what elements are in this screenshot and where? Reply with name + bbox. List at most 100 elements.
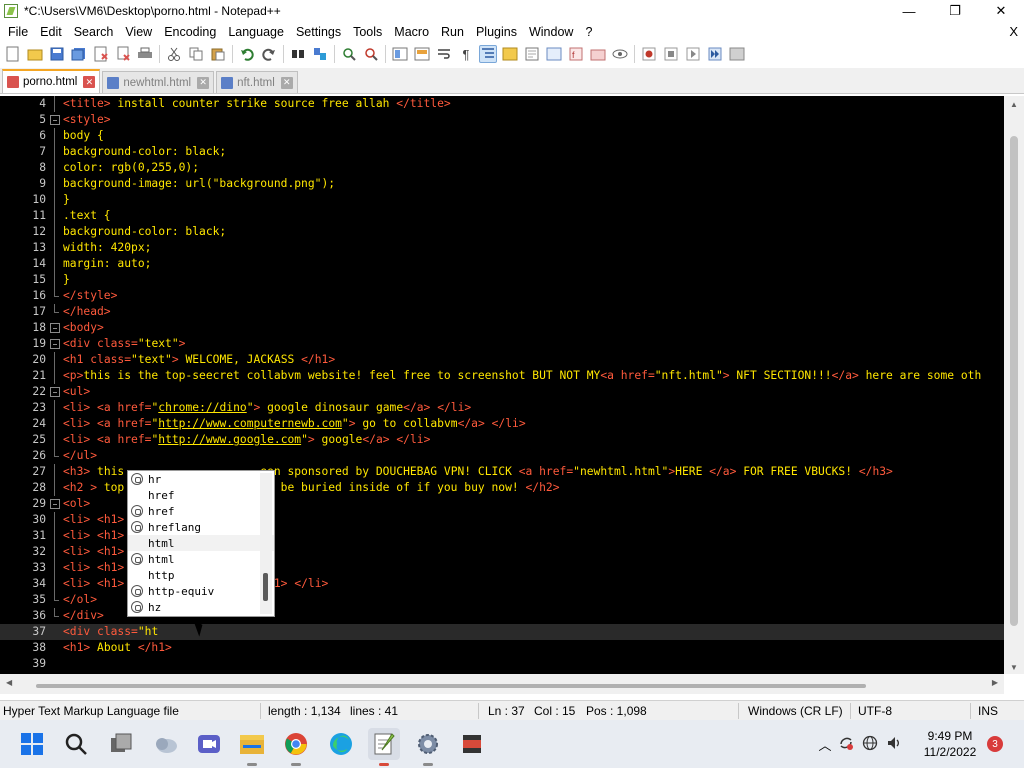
copy-icon[interactable] bbox=[187, 45, 205, 63]
code-line[interactable]: 14 margin: auto; bbox=[0, 256, 1004, 272]
autocomplete-item[interactable]: html bbox=[128, 551, 274, 567]
scroll-right-icon[interactable]: ▶ bbox=[992, 678, 998, 687]
vertical-scroll-thumb[interactable] bbox=[1010, 136, 1018, 626]
edge-icon[interactable] bbox=[325, 728, 357, 760]
code-text[interactable]: color: rgb(0,255,0); bbox=[63, 160, 199, 176]
code-text[interactable]: </head> bbox=[63, 304, 111, 320]
notepad-plus-plus-taskbar-icon[interactable] bbox=[368, 728, 400, 766]
horizontal-scrollbar[interactable]: ◀ ▶ bbox=[0, 674, 1004, 694]
menu-view[interactable]: View bbox=[119, 22, 158, 42]
close-tab-icon[interactable]: ✕ bbox=[83, 76, 96, 88]
document-list-icon[interactable] bbox=[545, 45, 563, 63]
close-document-button[interactable]: X bbox=[1009, 22, 1018, 42]
autocomplete-scrollbar[interactable] bbox=[260, 473, 272, 614]
menu-macro[interactable]: Macro bbox=[388, 22, 435, 42]
file-explorer-icon[interactable] bbox=[236, 728, 268, 766]
horizontal-scroll-thumb[interactable] bbox=[36, 684, 866, 688]
fold-toggle-icon[interactable] bbox=[50, 323, 60, 333]
close-file-icon[interactable] bbox=[92, 45, 110, 63]
replace-icon[interactable] bbox=[311, 45, 329, 63]
code-text[interactable]: <div class="ht bbox=[63, 624, 158, 640]
zoom-out-icon[interactable] bbox=[362, 45, 380, 63]
close-tab-icon[interactable]: ✕ bbox=[280, 76, 293, 89]
code-line[interactable]: 15} bbox=[0, 272, 1004, 288]
autocomplete-item[interactable]: href bbox=[128, 487, 274, 503]
network-sync-icon[interactable] bbox=[834, 735, 858, 754]
code-line[interactable]: 16 </style> bbox=[0, 288, 1004, 304]
sync-horizontal-icon[interactable] bbox=[413, 45, 431, 63]
user-defined-language-icon[interactable] bbox=[501, 45, 519, 63]
code-text[interactable]: </div> bbox=[63, 608, 104, 624]
menu-file[interactable]: File bbox=[2, 22, 34, 42]
code-text[interactable]: <li> <a href="chrome://dino"> google din… bbox=[63, 400, 471, 416]
status-insert-mode[interactable]: INS bbox=[978, 704, 998, 718]
chrome-icon[interactable] bbox=[280, 728, 312, 766]
fold-toggle-icon[interactable] bbox=[50, 115, 60, 125]
code-line[interactable]: 19 <div class="text"> bbox=[0, 336, 1004, 352]
vertical-scrollbar[interactable]: ▲ ▼ bbox=[1004, 96, 1024, 674]
status-encoding[interactable]: UTF-8 bbox=[858, 704, 892, 718]
menu-window[interactable]: Window bbox=[523, 22, 579, 42]
code-text[interactable]: <h1 class="text"> WELCOME, JACKASS </h1> bbox=[63, 352, 335, 368]
find-icon[interactable] bbox=[289, 45, 307, 63]
search-icon[interactable] bbox=[60, 728, 92, 760]
code-line[interactable]: 6 body { bbox=[0, 128, 1004, 144]
paste-icon[interactable] bbox=[209, 45, 227, 63]
undo-icon[interactable] bbox=[238, 45, 256, 63]
tab-nft-html[interactable]: nft.html ✕ bbox=[216, 71, 298, 93]
close-all-icon[interactable] bbox=[114, 45, 132, 63]
code-text[interactable]: </style> bbox=[63, 288, 117, 304]
autocomplete-scroll-thumb[interactable] bbox=[263, 573, 268, 601]
autocomplete-list[interactable]: hr href href hreflang html html http http-equiv… bbox=[128, 471, 274, 615]
minimize-button[interactable]: — bbox=[886, 0, 932, 22]
code-line[interactable]: 20 <h1 class="text"> WELCOME, JACKASS </h… bbox=[0, 352, 1004, 368]
code-line[interactable]: 7 background-color: black; bbox=[0, 144, 1004, 160]
code-text[interactable]: <h1> About </h1> bbox=[63, 640, 172, 656]
zoom-in-icon[interactable] bbox=[340, 45, 358, 63]
code-text[interactable]: <li> <a href="http://www.google.com"> go… bbox=[63, 432, 430, 448]
code-text[interactable]: </ul> bbox=[63, 448, 97, 464]
code-text[interactable]: <title> install counter strike source fr… bbox=[63, 96, 451, 112]
autocomplete-item[interactable]: http-equiv bbox=[128, 583, 274, 599]
autocomplete-item[interactable]: hr bbox=[128, 471, 274, 487]
code-text[interactable]: body { bbox=[63, 128, 104, 144]
stop-macro-icon[interactable] bbox=[662, 45, 680, 63]
close-button[interactable]: ✕ bbox=[978, 0, 1024, 22]
code-text[interactable]: <li> <h1> bbox=[63, 544, 124, 560]
notification-badge[interactable]: 3 bbox=[987, 736, 1003, 752]
code-line[interactable]: 13 width: 420px; bbox=[0, 240, 1004, 256]
menu-plugins[interactable]: Plugins bbox=[470, 22, 523, 42]
code-text[interactable]: <ul> bbox=[63, 384, 90, 400]
autocomplete-item[interactable]: html bbox=[128, 535, 274, 551]
code-line[interactable]: 10} bbox=[0, 192, 1004, 208]
fold-toggle-icon[interactable] bbox=[50, 339, 60, 349]
code-line[interactable]: 24 <li> <a href="http://www.computernewb.… bbox=[0, 416, 1004, 432]
scroll-left-icon[interactable]: ◀ bbox=[6, 678, 12, 687]
menu-tools[interactable]: Tools bbox=[347, 22, 388, 42]
weather-icon[interactable] bbox=[150, 728, 182, 760]
autocomplete-popup[interactable]: hr href href hreflang html html http http-equiv… bbox=[127, 470, 275, 617]
code-line[interactable]: 38 <h1> About </h1> bbox=[0, 640, 1004, 656]
code-text[interactable]: margin: auto; bbox=[63, 256, 151, 272]
folder-as-workspace-icon[interactable] bbox=[589, 45, 607, 63]
autocomplete-item[interactable]: http bbox=[128, 567, 274, 583]
indent-guide-icon[interactable] bbox=[479, 45, 497, 63]
tab-porno-html[interactable]: porno.html ✕ bbox=[2, 69, 101, 93]
monitoring-icon[interactable] bbox=[611, 45, 629, 63]
save-all-icon[interactable] bbox=[70, 45, 88, 63]
scroll-up-icon[interactable]: ▲ bbox=[1010, 100, 1018, 109]
print-icon[interactable] bbox=[136, 45, 154, 63]
code-text[interactable]: background-color: black; bbox=[63, 144, 226, 160]
maximize-button[interactable]: ❐ bbox=[932, 0, 978, 22]
cut-icon[interactable] bbox=[165, 45, 183, 63]
document-map-icon[interactable] bbox=[523, 45, 541, 63]
globe-icon[interactable] bbox=[858, 735, 882, 754]
autocomplete-item[interactable]: hz bbox=[128, 599, 274, 615]
code-line[interactable]: 39 bbox=[0, 656, 1004, 672]
code-line[interactable]: 4 <title> install counter strike source f… bbox=[0, 96, 1004, 112]
code-text[interactable]: <style> bbox=[63, 112, 111, 128]
close-tab-icon[interactable]: ✕ bbox=[197, 76, 210, 89]
settings-icon[interactable] bbox=[412, 728, 444, 766]
code-text[interactable]: background-image: url("background.png"); bbox=[63, 176, 335, 192]
menu-edit[interactable]: Edit bbox=[34, 22, 68, 42]
